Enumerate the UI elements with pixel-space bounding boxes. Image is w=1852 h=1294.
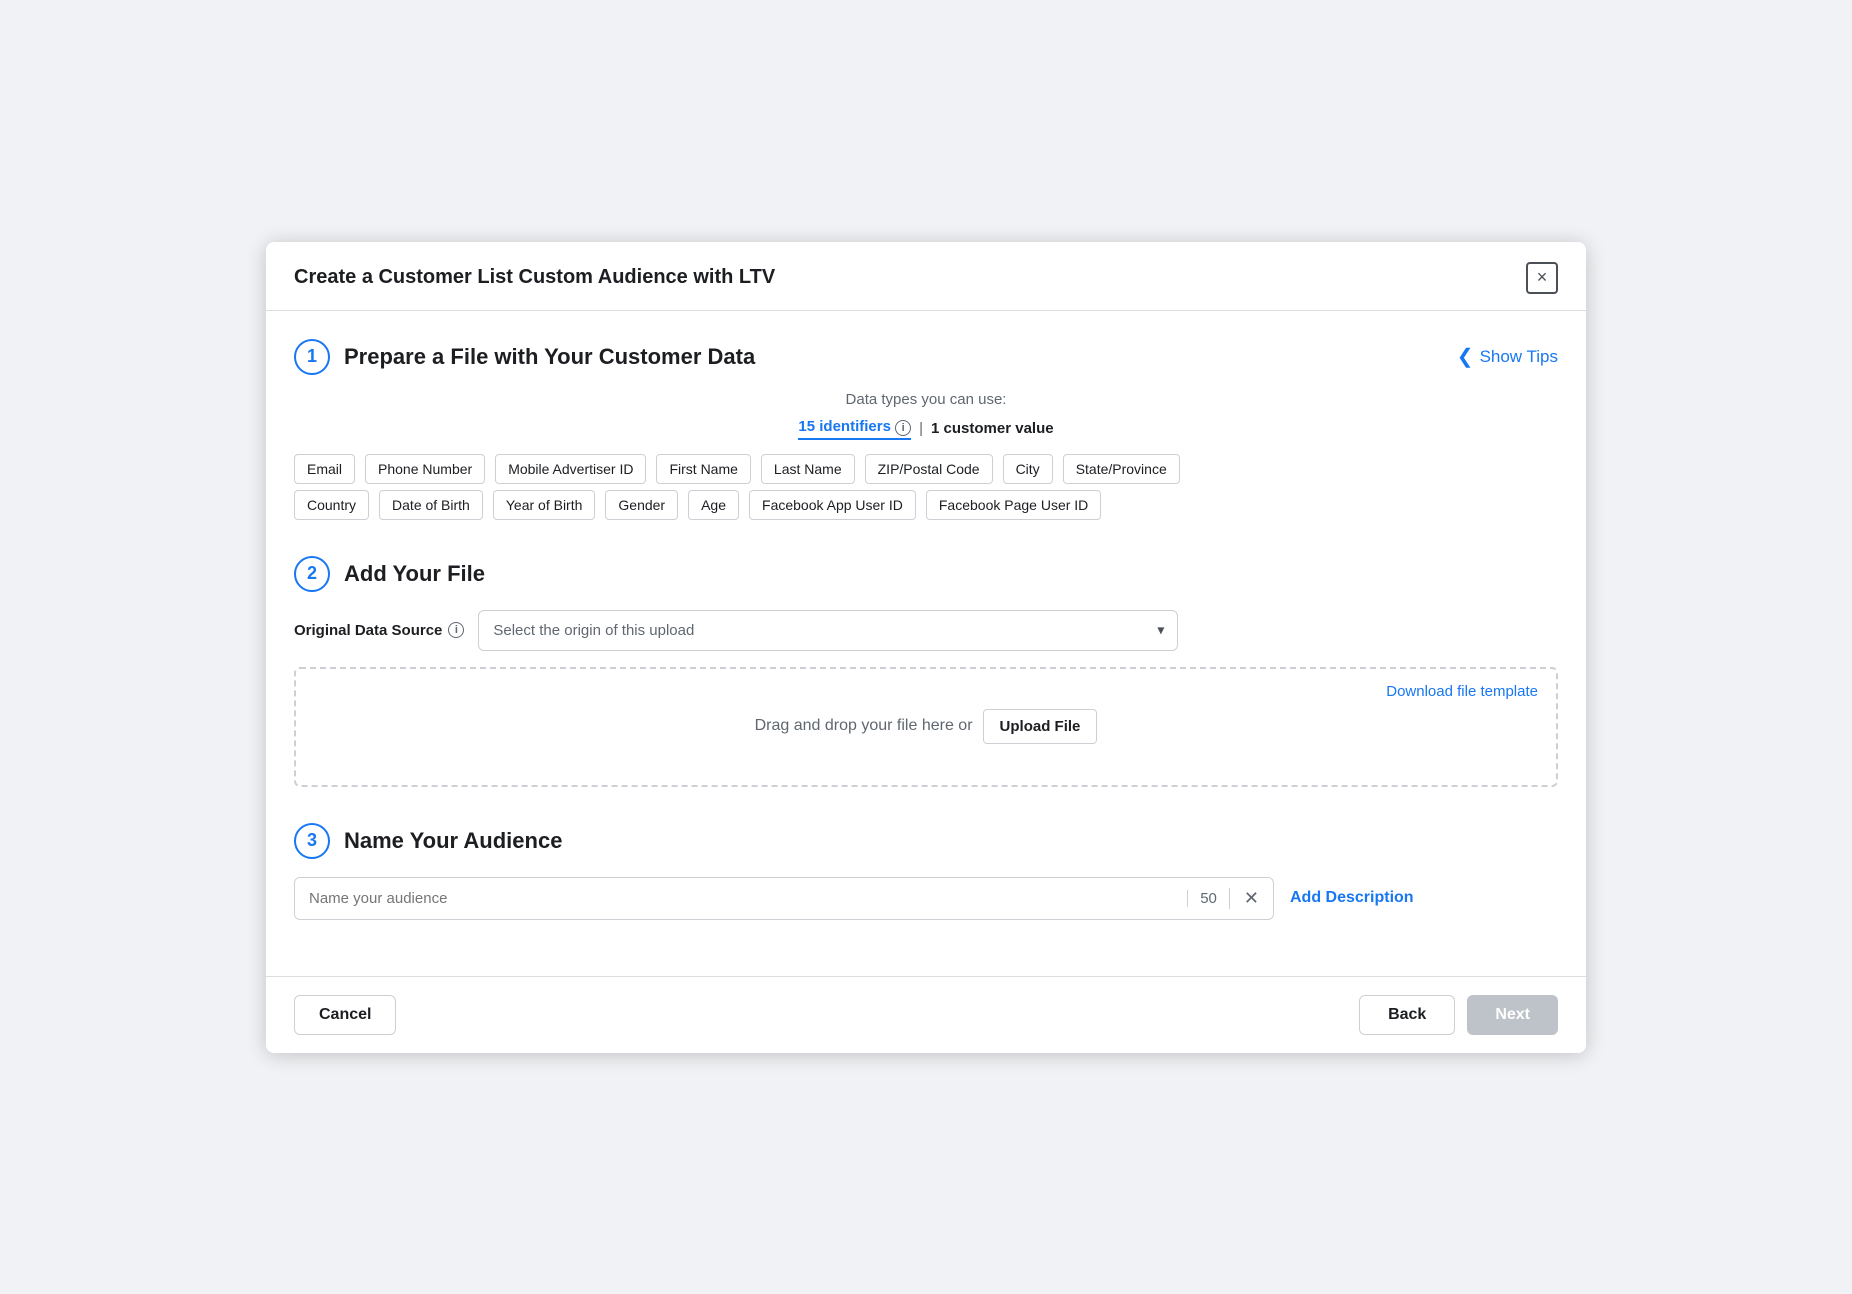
identifiers-count: 15 identifiers i xyxy=(798,418,911,440)
section-3-title: Name Your Audience xyxy=(344,828,562,854)
upload-content: Drag and drop your file here or Upload F… xyxy=(316,709,1536,744)
clear-input-button[interactable]: ✕ xyxy=(1229,888,1273,909)
modal-header: Create a Customer List Custom Audience w… xyxy=(266,242,1586,311)
section-1-title-group: 1 Prepare a File with Your Customer Data xyxy=(294,339,755,375)
tag: Phone Number xyxy=(365,454,485,484)
tag: Mobile Advertiser ID xyxy=(495,454,646,484)
data-source-select-wrapper: Select the origin of this upload ▾ xyxy=(478,610,1178,651)
section-2-title: Add Your File xyxy=(344,561,485,587)
identifiers-row: 15 identifiers i | 1 customer value xyxy=(294,418,1558,440)
show-tips-label: Show Tips xyxy=(1480,347,1558,367)
tag: Country xyxy=(294,490,369,520)
section-3-title-group: 3 Name Your Audience xyxy=(294,823,1558,859)
data-source-label: Original Data Source i xyxy=(294,622,464,639)
tag: ZIP/Postal Code xyxy=(865,454,993,484)
data-source-row: Original Data Source i Select the origin… xyxy=(294,610,1558,651)
tag: Last Name xyxy=(761,454,855,484)
audience-input-wrapper: 50 ✕ xyxy=(294,877,1274,920)
drag-drop-text: Drag and drop your file here or xyxy=(755,717,973,735)
section-2-title-group: 2 Add Your File xyxy=(294,556,1558,592)
cancel-button[interactable]: Cancel xyxy=(294,995,396,1035)
step-3-circle: 3 xyxy=(294,823,330,859)
section-3: 3 Name Your Audience 50 ✕ Add Descriptio… xyxy=(294,823,1558,920)
add-description-button[interactable]: Add Description xyxy=(1290,889,1414,907)
tag: City xyxy=(1003,454,1053,484)
audience-input-row: 50 ✕ Add Description xyxy=(294,877,1558,920)
char-count: 50 xyxy=(1187,890,1229,907)
tag: Email xyxy=(294,454,355,484)
tag: Date of Birth xyxy=(379,490,483,520)
tag: Facebook App User ID xyxy=(749,490,916,520)
upload-area: Download file template Drag and drop you… xyxy=(294,667,1558,787)
tag: State/Province xyxy=(1063,454,1180,484)
info-icon[interactable]: i xyxy=(895,420,911,436)
tags-row-1: Email Phone Number Mobile Advertiser ID Fir… xyxy=(294,454,1558,484)
data-types-label: Data types you can use: xyxy=(294,391,1558,408)
tag: Facebook Page User ID xyxy=(926,490,1101,520)
upload-file-button[interactable]: Upload File xyxy=(983,709,1098,744)
modal-title: Create a Customer List Custom Audience w… xyxy=(294,266,775,289)
section-1-title: Prepare a File with Your Customer Data xyxy=(344,344,755,370)
audience-name-input[interactable] xyxy=(295,878,1187,919)
footer-right: Back Next xyxy=(1359,995,1558,1035)
step-2-circle: 2 xyxy=(294,556,330,592)
section-1: 1 Prepare a File with Your Customer Data… xyxy=(294,339,1558,520)
tag: Year of Birth xyxy=(493,490,596,520)
modal-body: 1 Prepare a File with Your Customer Data… xyxy=(266,311,1586,976)
tag: Age xyxy=(688,490,739,520)
close-button[interactable]: × xyxy=(1526,262,1558,294)
tags-row-2: Country Date of Birth Year of Birth Gender A… xyxy=(294,490,1558,520)
back-button[interactable]: Back xyxy=(1359,995,1455,1035)
customer-value: 1 customer value xyxy=(931,420,1054,437)
tag: Gender xyxy=(605,490,678,520)
step-1-circle: 1 xyxy=(294,339,330,375)
chevron-left-icon: ❮ xyxy=(1457,344,1474,369)
modal: Create a Customer List Custom Audience w… xyxy=(266,242,1586,1053)
data-source-info-icon[interactable]: i xyxy=(448,622,464,638)
next-button[interactable]: Next xyxy=(1467,995,1558,1035)
show-tips-button[interactable]: ❮ Show Tips xyxy=(1457,344,1558,369)
divider: | xyxy=(919,420,923,437)
download-template-link[interactable]: Download file template xyxy=(1386,683,1538,700)
tag: First Name xyxy=(656,454,750,484)
data-source-select[interactable]: Select the origin of this upload xyxy=(478,610,1178,651)
section-2: 2 Add Your File Original Data Source i S… xyxy=(294,556,1558,787)
section-1-header: 1 Prepare a File with Your Customer Data… xyxy=(294,339,1558,375)
modal-footer: Cancel Back Next xyxy=(266,976,1586,1053)
